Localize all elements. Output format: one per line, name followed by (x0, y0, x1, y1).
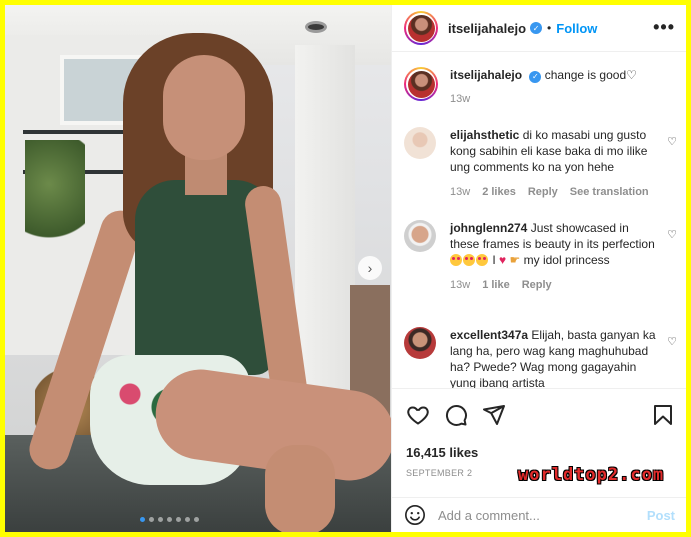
comment-item: excellent347a Elijah, basta ganyan ka la… (404, 327, 679, 388)
photo-bg-lamp (305, 21, 327, 33)
verified-badge-icon: ✓ (529, 71, 542, 83)
bookmark-icon[interactable] (651, 403, 675, 427)
photo-bg-tree (25, 140, 85, 250)
avatar[interactable] (404, 67, 438, 101)
post-dialog: › itselijahalejo ✓ • Follow ••• itselija… (5, 5, 686, 532)
avatar[interactable] (404, 220, 436, 252)
post-side-panel: itselijahalejo ✓ • Follow ••• itselijaha… (391, 5, 686, 532)
heart-eyes-emoji-icon (450, 253, 489, 267)
carousel-dot (194, 517, 199, 522)
like-comment-heart-icon[interactable]: ♡ (667, 135, 677, 148)
comment-text: my idol princess (523, 253, 610, 267)
share-send-icon[interactable] (482, 403, 506, 427)
reply-button[interactable]: Reply (522, 277, 552, 293)
carousel-dot (149, 517, 154, 522)
post-comment-button[interactable]: Post (647, 508, 675, 523)
comment-username[interactable]: excellent347a (450, 328, 528, 342)
comment-item: johnglenn274 Just showcased in these fra… (404, 220, 679, 293)
like-heart-icon[interactable] (406, 403, 430, 427)
post-photo[interactable]: › (5, 5, 391, 532)
verified-badge-icon: ✓ (530, 22, 543, 34)
caption-row: itselijahalejo ✓ change is good♡ 13w (404, 67, 679, 107)
profile-photo (407, 14, 435, 42)
add-comment-input[interactable]: Add a comment... (438, 508, 647, 523)
comment-item: elijahsthetic di ko masabi ung gusto kon… (404, 127, 679, 200)
post-date[interactable]: SEPTEMBER 2 (406, 468, 472, 478)
like-comment-heart-icon[interactable]: ♡ (667, 228, 677, 241)
comment-time[interactable]: 13w (450, 184, 470, 200)
profile-photo (407, 70, 435, 98)
caption-text: change is good♡ (544, 68, 637, 82)
photo-subject-leg (265, 445, 335, 532)
carousel-dot (158, 517, 163, 522)
comment-time[interactable]: 13w (450, 277, 470, 293)
comment-likes[interactable]: 1 like (482, 277, 510, 293)
post-actions: 16,415 likes SEPTEMBER 2 worldtop2.com (392, 388, 686, 485)
emoji-smile-icon[interactable] (404, 504, 426, 526)
carousel-dot (185, 517, 190, 522)
carousel-dot (140, 517, 145, 522)
reply-button[interactable]: Reply (528, 184, 558, 200)
chevron-right-icon: › (367, 260, 373, 276)
pointing-hand-emoji-icon: ☛ (509, 253, 521, 267)
post-header: itselijahalejo ✓ • Follow ••• (392, 5, 686, 52)
like-comment-heart-icon[interactable]: ♡ (667, 335, 677, 348)
avatar[interactable] (404, 11, 438, 45)
more-options-icon[interactable]: ••• (653, 17, 675, 38)
caption-username[interactable]: itselijahalejo (450, 68, 522, 82)
photo-subject-face (163, 55, 245, 160)
likes-count[interactable]: 16,415 likes (406, 445, 478, 460)
comment-text: I (492, 253, 496, 267)
carousel-next-button[interactable]: › (358, 256, 382, 280)
add-comment-bar: Add a comment... Post (392, 497, 686, 532)
comment-username[interactable]: elijahsthetic (450, 128, 519, 142)
comment-username[interactable]: johnglenn274 (450, 221, 527, 235)
comment-bubble-icon[interactable] (444, 403, 468, 427)
avatar[interactable] (404, 327, 436, 359)
carousel-dot (167, 517, 172, 522)
watermark-text: worldtop2.com (518, 465, 665, 485)
avatar[interactable] (404, 127, 436, 159)
comment-likes[interactable]: 2 likes (482, 184, 516, 200)
header-separator: • (547, 21, 552, 35)
comments-list[interactable]: itselijahalejo ✓ change is good♡ 13w eli… (392, 53, 686, 388)
see-translation-button[interactable]: See translation (570, 184, 649, 200)
caption-time[interactable]: 13w (450, 91, 470, 107)
red-heart-emoji-icon: ♥ (499, 253, 507, 267)
carousel-dot (176, 517, 181, 522)
follow-button[interactable]: Follow (556, 21, 597, 36)
carousel-dots (140, 517, 199, 522)
header-username[interactable]: itselijahalejo (448, 21, 526, 36)
